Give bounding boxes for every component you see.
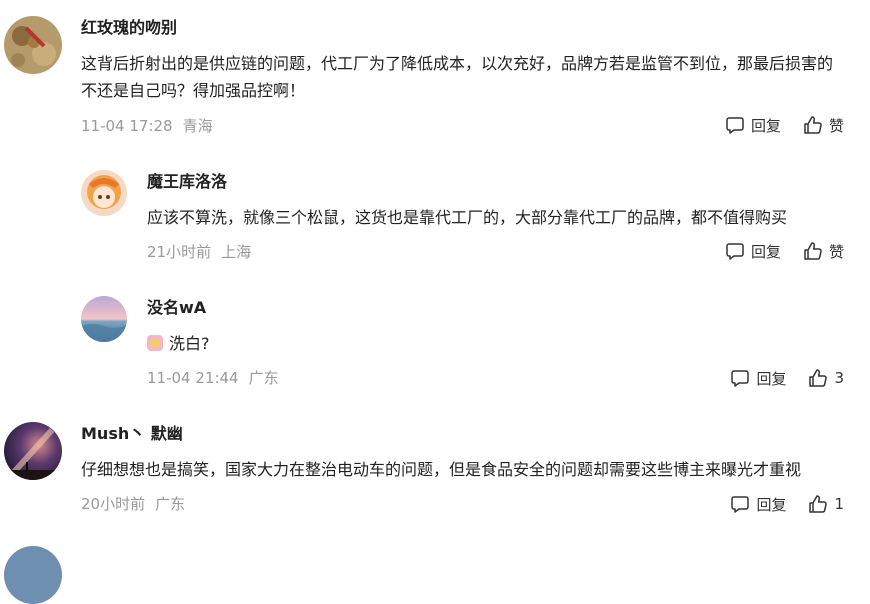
username[interactable]: 红玫瑰的吻别	[81, 17, 177, 39]
comment-text-content: 洗白?	[169, 334, 210, 353]
like-button[interactable]: 赞	[803, 241, 844, 262]
comment-time: 11-04 17:28	[81, 117, 173, 135]
comment-bubble-icon	[731, 496, 750, 513]
like-label: 赞	[828, 242, 844, 261]
reply-button[interactable]: 回复	[730, 368, 786, 389]
comment-location: 上海	[221, 243, 252, 261]
avatar[interactable]	[81, 296, 127, 342]
comment-text: 洗白?	[147, 330, 846, 357]
comment-text: 这背后折射出的是供应链的问题，代工厂为了降低成本，以次充好，品牌方若是监管不到位…	[81, 54, 834, 100]
reply-label: 回复	[750, 242, 781, 261]
comment-location: 广东	[248, 369, 279, 387]
like-button[interactable]: 1	[808, 494, 844, 514]
comment-meta: 20小时前 广东	[81, 494, 185, 514]
avatar[interactable]	[81, 170, 127, 216]
reply-button[interactable]: 回复	[730, 494, 786, 515]
avatar[interactable]	[4, 422, 62, 480]
reply-button[interactable]: 回复	[725, 241, 781, 262]
comment-actions: 回复 3	[730, 366, 844, 390]
comment-bubble-icon	[726, 117, 744, 134]
reply-label: 回复	[756, 495, 787, 514]
hugging-emoji-icon	[147, 335, 163, 351]
username[interactable]: 魔王库洛洛	[147, 171, 227, 193]
comment-location: 青海	[182, 117, 213, 135]
comment-actions: 回复 赞	[725, 113, 844, 137]
like-count: 3	[834, 369, 844, 387]
like-button[interactable]: 3	[808, 368, 844, 388]
comment-bubble-icon	[726, 243, 744, 260]
comment-text: 应该不算洗，就像三个松鼠，这货也是靠代工厂的，大部分靠代工厂的品牌，都不值得购买	[147, 208, 788, 227]
reply-button[interactable]: 回复	[725, 115, 781, 136]
reply-label: 回复	[756, 369, 787, 388]
comment-bubble-icon	[731, 370, 750, 387]
like-count: 1	[834, 495, 844, 513]
thumbs-up-icon	[804, 116, 822, 134]
thumbs-up-icon	[809, 495, 828, 513]
comment-time: 21小时前	[147, 243, 212, 261]
comment-location: 广东	[155, 495, 186, 513]
comment-time: 20小时前	[81, 495, 146, 513]
thumbs-up-icon	[804, 242, 822, 260]
like-button[interactable]: 赞	[803, 115, 844, 136]
avatar[interactable]	[4, 546, 62, 604]
comment-meta: 11-04 21:44 广东	[147, 368, 279, 388]
comment-actions: 回复 1	[730, 492, 844, 516]
avatar[interactable]	[4, 16, 62, 74]
reply-label: 回复	[750, 116, 781, 135]
thumbs-up-icon	[809, 369, 828, 387]
username[interactable]: Mush丶 默幽	[81, 423, 183, 445]
comment-meta: 21小时前 上海	[147, 242, 251, 262]
like-label: 赞	[828, 116, 844, 135]
comment-text: 仔细想想也是搞笑，国家大力在整治电动车的问题，但是食品安全的问题却需要这些博主来…	[81, 460, 802, 479]
comment-meta: 11-04 17:28 青海	[81, 116, 213, 136]
comment-time: 11-04 21:44	[147, 369, 239, 387]
username[interactable]: 没名wA	[147, 297, 206, 319]
comment-actions: 回复 赞	[725, 239, 844, 263]
